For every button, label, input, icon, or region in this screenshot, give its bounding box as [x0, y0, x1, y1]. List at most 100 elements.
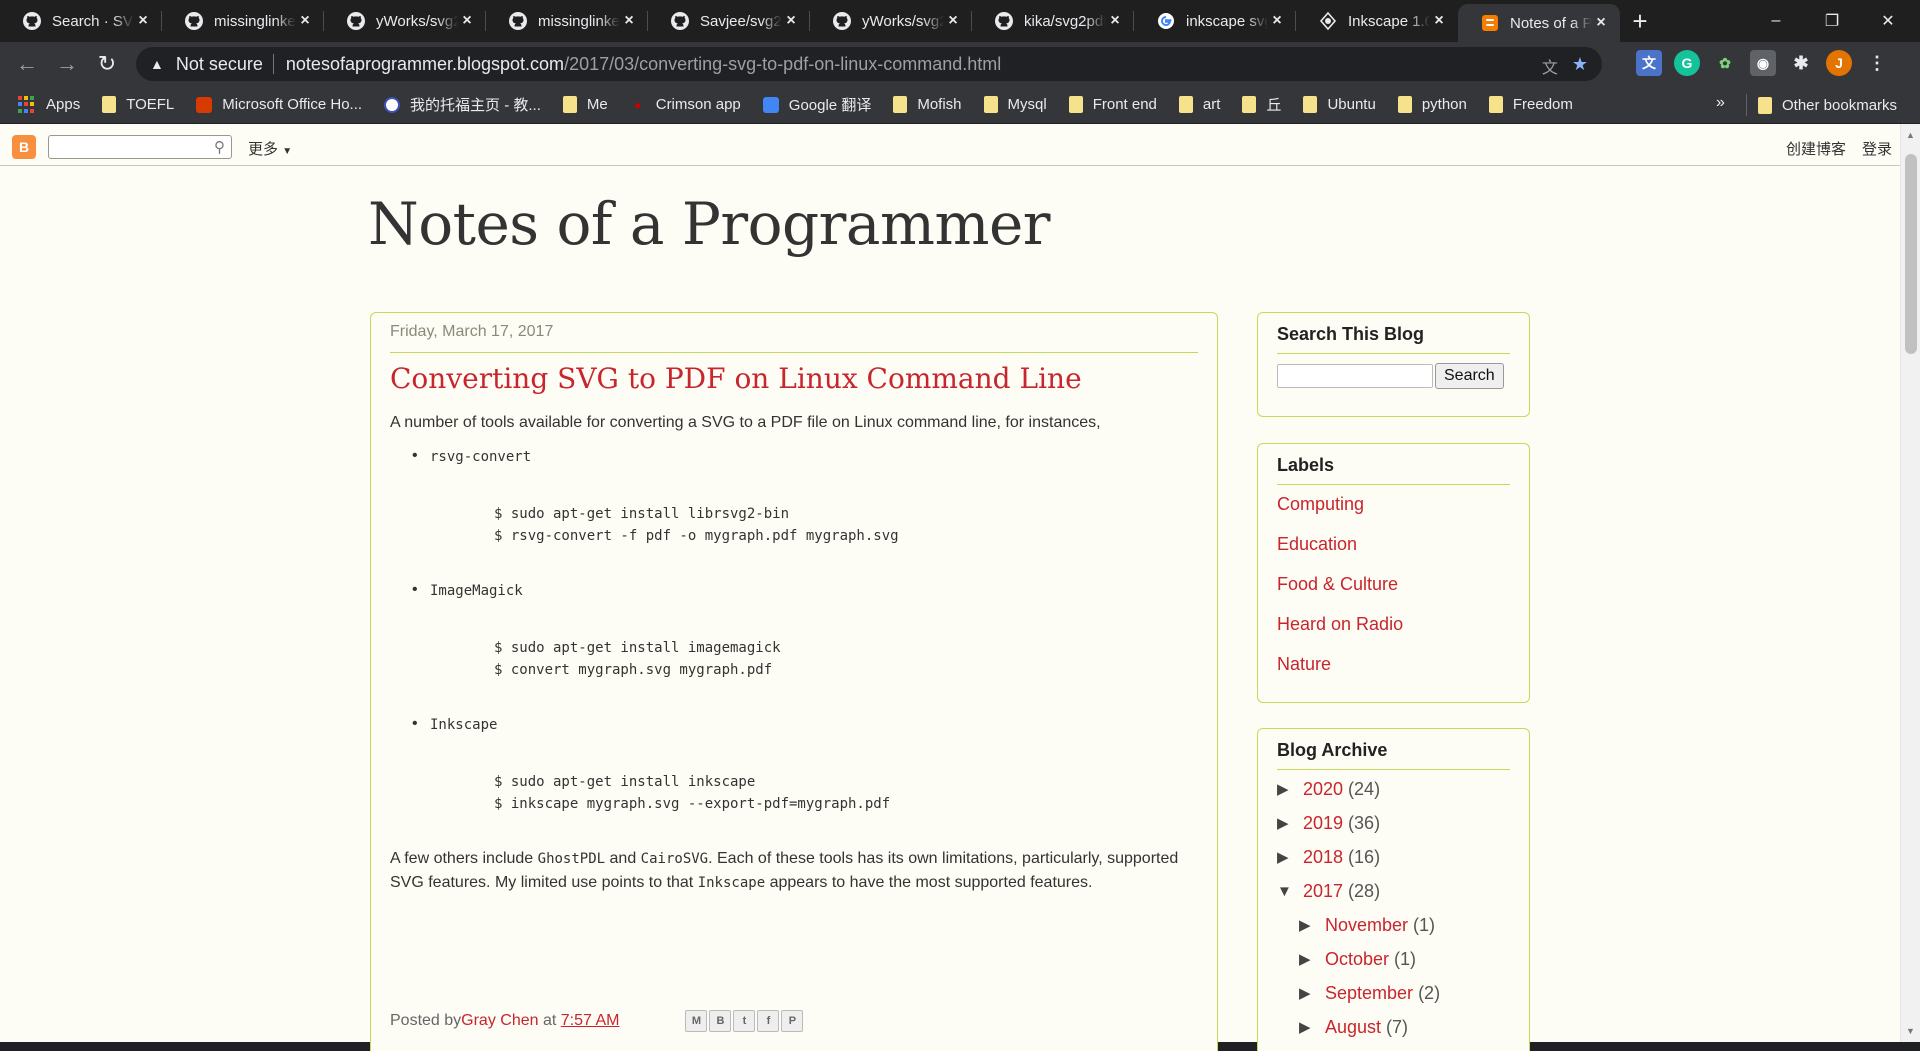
minimize-button[interactable]: – [1748, 0, 1804, 42]
collapsed-triangle-icon[interactable]: ▶ [1277, 848, 1303, 866]
archive-month-link[interactable]: October [1325, 949, 1389, 970]
bookmark-item[interactable]: Front end [1068, 96, 1157, 113]
browser-tab[interactable]: Search · SVG× [0, 0, 162, 42]
google-translate-extension-icon[interactable]: 文 [1636, 50, 1662, 76]
label-link[interactable]: Computing [1277, 487, 1510, 527]
colorful-extension-icon[interactable]: ✿ [1712, 50, 1738, 76]
facebook-share-icon[interactable]: f [757, 1010, 780, 1032]
blog-search-input[interactable] [1277, 364, 1433, 388]
bookmark-item[interactable]: Mofish [893, 96, 962, 113]
scrollbar-thumb[interactable] [1905, 154, 1917, 354]
post-time-link[interactable]: 7:57 AM [561, 1012, 620, 1030]
bookmark-item[interactable]: Me [562, 96, 608, 113]
puzzle-extensions-icon[interactable]: ✱ [1788, 50, 1814, 76]
pinterest-share-icon[interactable]: P [781, 1010, 804, 1032]
blog-title[interactable]: Notes of a Programmer [368, 190, 1051, 258]
security-label[interactable]: Not secure [176, 54, 263, 75]
scroll-down-arrow-icon[interactable]: ▼ [1906, 1026, 1915, 1036]
tab-close-icon[interactable]: × [1106, 12, 1124, 30]
browser-tab[interactable]: yWorks/svg2pdf× [810, 0, 972, 42]
search-icon[interactable]: ⚲ [214, 138, 225, 156]
create-blog-link[interactable]: 创建博客 [1786, 138, 1846, 159]
label-link[interactable]: Nature [1277, 647, 1510, 687]
browser-tab[interactable]: missinglinkelectronics× [486, 0, 648, 42]
browser-tab[interactable]: Inkscape 1.0 × [1296, 0, 1458, 42]
bookmark-item[interactable]: Google 翻译 [762, 94, 871, 115]
tab-close-icon[interactable]: × [458, 12, 476, 30]
collapsed-triangle-icon[interactable]: ▶ [1299, 1018, 1325, 1036]
archive-month-link[interactable]: November [1325, 915, 1408, 936]
bookmark-item[interactable]: Mysql [983, 96, 1047, 113]
bookmark-item[interactable]: Ubuntu [1303, 96, 1376, 113]
menu-kebab-icon[interactable]: ⋮ [1864, 50, 1890, 76]
tab-close-icon[interactable]: × [1268, 12, 1286, 30]
sign-in-link[interactable]: 登录 [1862, 138, 1892, 159]
tab-close-icon[interactable]: × [1430, 12, 1448, 30]
archive-year-link[interactable]: 2020 [1303, 779, 1343, 800]
author-link[interactable]: Gray Chen [461, 1012, 538, 1030]
tab-close-icon[interactable]: × [620, 12, 638, 30]
grammarly-extension-icon[interactable]: G [1674, 50, 1700, 76]
folder-icon [1488, 96, 1503, 113]
address-bar[interactable]: ▲ Not secure notesofaprogrammer.blogspot… [136, 47, 1602, 81]
bookmark-item[interactable]: Freedom [1488, 96, 1573, 113]
blog-search-button[interactable]: Search [1435, 363, 1504, 389]
label-link[interactable]: Education [1277, 527, 1510, 567]
bookmark-item[interactable]: Apps [18, 95, 80, 114]
scroll-up-arrow-icon[interactable]: ▲ [1906, 130, 1915, 140]
browser-tab[interactable]: missinglinkelectronics× [162, 0, 324, 42]
tab-close-icon[interactable]: × [944, 12, 962, 30]
forward-button[interactable]: → [47, 44, 87, 84]
reload-button[interactable]: ↻ [87, 44, 127, 84]
reader-extension-icon[interactable]: ◉ [1750, 50, 1776, 76]
bookmark-item[interactable]: python [1397, 96, 1467, 113]
blogger-logo-icon[interactable]: B [12, 135, 36, 159]
other-bookmarks-folder[interactable]: Other bookmarks [1758, 86, 1897, 124]
browser-tab[interactable]: Notes of a Programmer× [1458, 4, 1620, 42]
archive-month-link[interactable]: September [1325, 983, 1413, 1004]
restore-button[interactable]: ❐ [1804, 0, 1860, 42]
label-link[interactable]: Food & Culture [1277, 567, 1510, 607]
window-close-button[interactable]: ✕ [1860, 0, 1916, 42]
bookmark-item[interactable]: ● Crimson app [629, 96, 741, 113]
email-share-icon[interactable]: M [685, 1010, 708, 1032]
collapsed-triangle-icon[interactable]: ▶ [1299, 916, 1325, 934]
browser-tab[interactable]: yWorks/svg2pdf× [324, 0, 486, 42]
browser-tab[interactable]: inkscape svg × [1134, 0, 1296, 42]
bookmarks-overflow-button[interactable]: » [1716, 94, 1725, 112]
expanded-triangle-icon[interactable]: ▼ [1277, 883, 1303, 900]
collapsed-triangle-icon[interactable]: ▶ [1299, 950, 1325, 968]
collapsed-triangle-icon[interactable]: ▶ [1277, 780, 1303, 798]
google-icon [1156, 11, 1176, 31]
bookmark-item[interactable]: Microsoft Office Ho... [196, 96, 362, 113]
post-title[interactable]: Converting SVG to PDF on Linux Command L… [390, 362, 1198, 395]
bookmark-star-icon[interactable]: ★ [1572, 54, 1588, 78]
archive-year-link[interactable]: 2017 [1303, 881, 1343, 902]
more-menu[interactable]: 更多 ▼ [248, 138, 292, 159]
tab-close-icon[interactable]: × [782, 12, 800, 30]
browser-tab[interactable]: kika/svg2pdf × [972, 0, 1134, 42]
label-link[interactable]: Heard on Radio [1277, 607, 1510, 647]
archive-year-link[interactable]: 2019 [1303, 813, 1343, 834]
bookmark-item[interactable]: 丘 [1242, 94, 1281, 115]
tool-name: rsvg-convert [390, 447, 1198, 465]
navbar-search-input[interactable]: ⚲ [48, 135, 232, 159]
tab-close-icon[interactable]: × [1592, 14, 1610, 32]
tab-close-icon[interactable]: × [296, 12, 314, 30]
page-scrollbar[interactable]: ▲ ▼ [1900, 124, 1920, 1042]
translate-icon[interactable]: 文 [1542, 54, 1558, 78]
bookmark-item[interactable]: TOEFL [102, 96, 174, 113]
new-tab-button[interactable]: + [1620, 0, 1660, 42]
bookmark-item[interactable]: art [1178, 96, 1220, 113]
archive-month-link[interactable]: August [1325, 1017, 1381, 1038]
browser-tab[interactable]: Savjee/svg2pdf× [648, 0, 810, 42]
collapsed-triangle-icon[interactable]: ▶ [1277, 814, 1303, 832]
blogthis-share-icon[interactable]: B [709, 1010, 732, 1032]
bookmark-item[interactable]: 我的托福主页 - 教... [384, 94, 541, 115]
profile-avatar[interactable]: J [1826, 50, 1852, 76]
tab-close-icon[interactable]: × [134, 12, 152, 30]
archive-year-link[interactable]: 2018 [1303, 847, 1343, 868]
back-button[interactable]: ← [7, 44, 47, 84]
twitter-share-icon[interactable]: t [733, 1010, 756, 1032]
collapsed-triangle-icon[interactable]: ▶ [1299, 984, 1325, 1002]
